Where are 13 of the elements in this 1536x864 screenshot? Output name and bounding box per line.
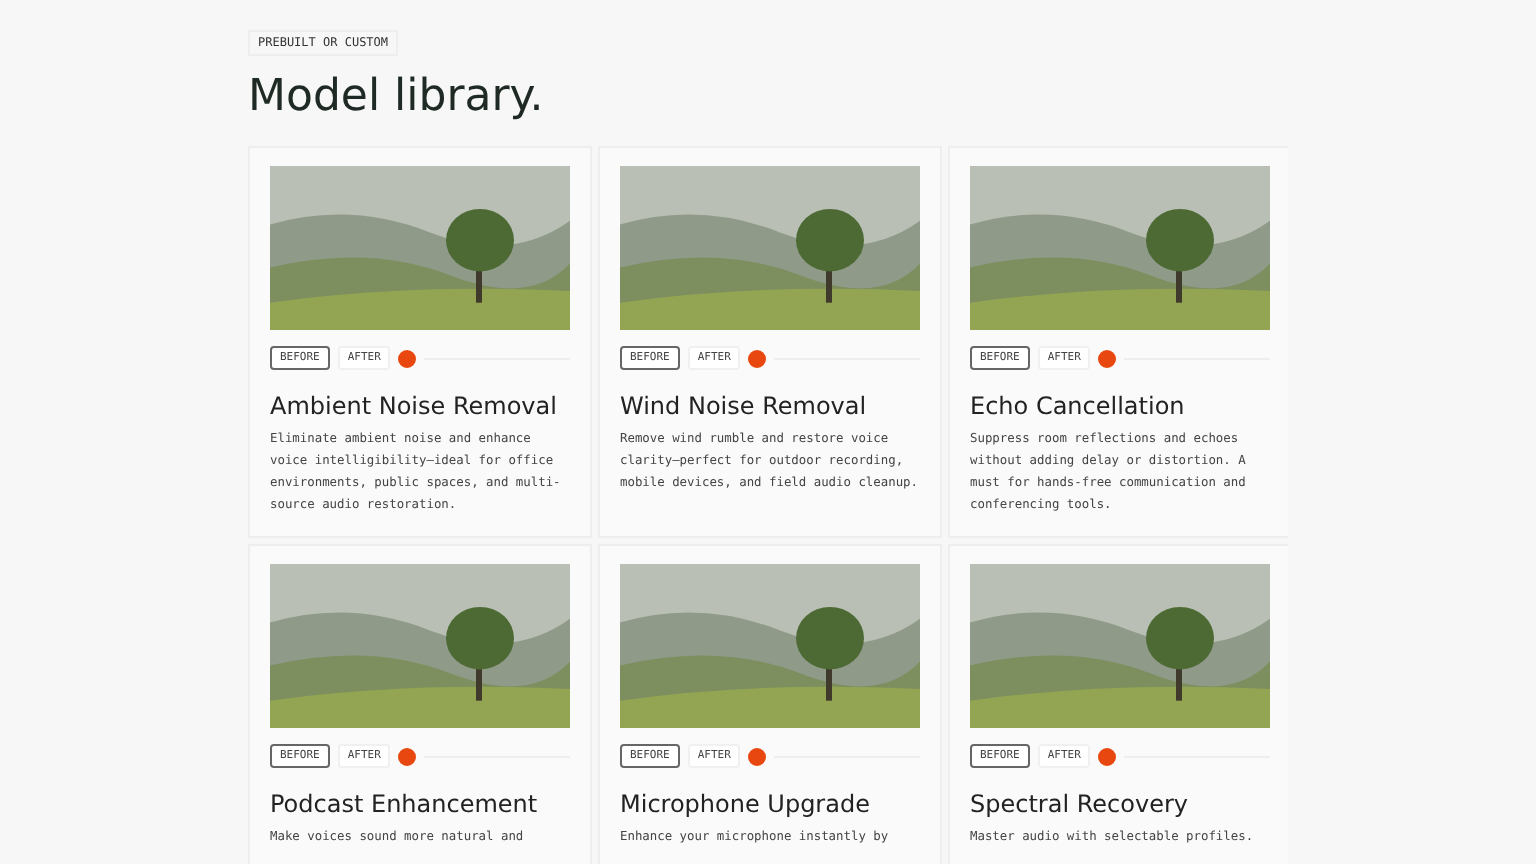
slider-handle[interactable] xyxy=(748,747,767,765)
card-title: Ambient Noise Removal xyxy=(270,392,559,420)
page-title: Model library. xyxy=(248,72,546,122)
slider-handle[interactable] xyxy=(1098,747,1117,765)
slider-handle[interactable] xyxy=(748,349,767,367)
slider-handle[interactable] xyxy=(398,747,417,765)
slider-handle[interactable] xyxy=(1098,349,1117,367)
card-title: Echo Cancellation xyxy=(970,392,1187,420)
card-title: Spectral Recovery xyxy=(970,790,1190,818)
card-title: Microphone Upgrade xyxy=(620,790,872,818)
slider-handle[interactable] xyxy=(398,349,417,367)
card-title: Podcast Enhancement xyxy=(270,790,540,818)
card-title: Wind Noise Removal xyxy=(620,392,869,420)
